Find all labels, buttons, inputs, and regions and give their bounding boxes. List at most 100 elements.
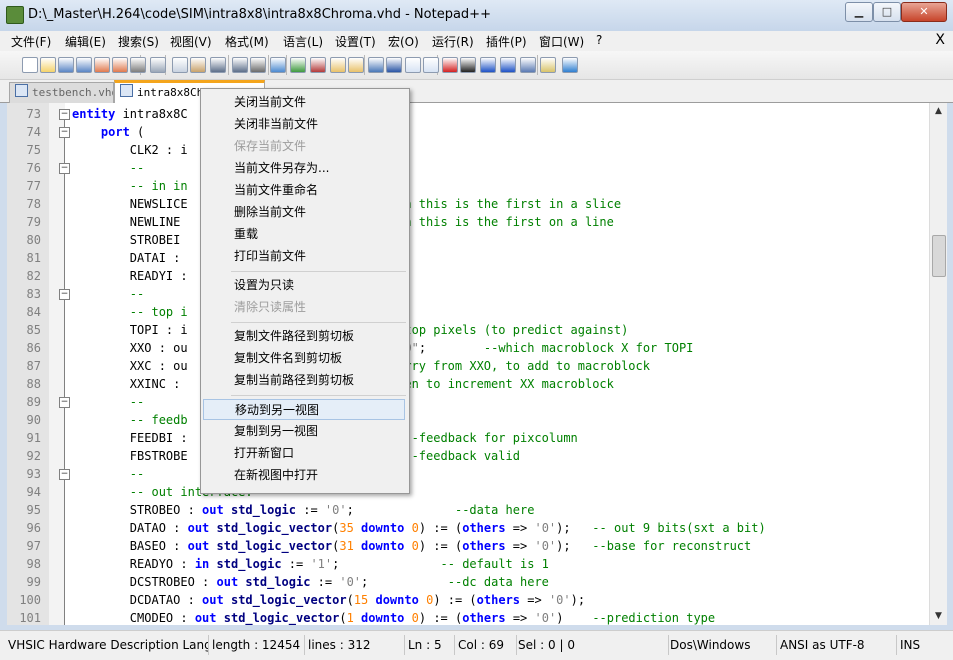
code-line[interactable]: 92 FBSTROBE --feedback valid xyxy=(7,447,929,465)
zoom-out-icon[interactable] xyxy=(310,57,326,73)
menu-item-11[interactable]: ? xyxy=(596,33,602,47)
sync-vertical-icon[interactable] xyxy=(330,57,346,73)
menu-item-4[interactable]: 格式(M) xyxy=(225,33,269,50)
code-line[interactable]: 93 -- xyxy=(7,465,929,483)
code-line[interactable]: 99 DCSTROBEO : out std_logic := '0'; --d… xyxy=(7,573,929,591)
close-document-button[interactable]: X xyxy=(935,32,945,48)
minimize-button[interactable]: ▁ xyxy=(845,2,873,22)
code-line[interactable]: 97 BASEO : out std_logic_vector(31 downt… xyxy=(7,537,929,555)
menu-item-5[interactable]: 语言(L) xyxy=(283,33,323,50)
code-editor[interactable]: 73 entity intra8x8C −74 port (−75 CLK2 : i… xyxy=(7,103,929,625)
code-line[interactable]: 94 -- out interface: xyxy=(7,483,929,501)
menu-item-10[interactable]: 窗口(W) xyxy=(539,33,584,50)
code-line[interactable]: 96 DATAO : out std_logic_vector(35 downt… xyxy=(7,519,929,537)
find-icon[interactable] xyxy=(250,57,266,73)
code-line[interactable]: 84 -- top i xyxy=(7,303,929,321)
copy-icon[interactable] xyxy=(172,57,188,73)
code-line[interactable]: 73 entity intra8x8C xyxy=(7,105,929,123)
menu-item-9[interactable]: 插件(P) xyxy=(486,33,527,50)
maximize-button[interactable]: □ xyxy=(873,2,901,22)
code-line[interactable]: 100 DCDATAO : out std_logic_vector(15 do… xyxy=(7,591,929,609)
word-wrap-icon[interactable] xyxy=(368,57,384,73)
save-icon[interactable] xyxy=(58,57,74,73)
code-line[interactable]: 74 port ( xyxy=(7,123,929,141)
code-line[interactable]: 101 CMODEO : out std_logic_vector(1 down… xyxy=(7,609,929,625)
context-menu-item[interactable]: 打开新窗口 xyxy=(203,443,405,464)
context-menu-item[interactable]: 复制当前路径到剪切板 xyxy=(203,370,405,391)
scroll-up-icon[interactable]: ▲ xyxy=(930,103,947,120)
new-file-icon[interactable] xyxy=(22,57,38,73)
fold-toggle-icon[interactable]: − xyxy=(59,127,70,138)
code-line[interactable]: 82 READYI : xyxy=(7,267,929,285)
context-menu-item[interactable]: 在新视图中打开 xyxy=(203,465,405,486)
code-line[interactable]: 76 -- xyxy=(7,159,929,177)
menu-item-7[interactable]: 宏(O) xyxy=(388,33,419,50)
cut-icon[interactable] xyxy=(150,57,166,73)
paste-icon[interactable] xyxy=(190,57,206,73)
context-menu-item[interactable]: 设置为只读 xyxy=(203,275,405,296)
context-menu-item[interactable]: 移动到另一视图 xyxy=(203,399,405,420)
menu-item-0[interactable]: 文件(F) xyxy=(11,33,51,50)
indent-guide-icon[interactable] xyxy=(405,57,421,73)
code-line[interactable]: 90 -- feedb xyxy=(7,411,929,429)
show-all-chars-icon[interactable] xyxy=(386,57,402,73)
spellcheck-icon[interactable] xyxy=(562,57,578,73)
fold-toggle-icon[interactable]: − xyxy=(59,469,70,480)
save-all-icon[interactable] xyxy=(76,57,92,73)
replace-icon[interactable] xyxy=(270,57,286,73)
settings-icon[interactable] xyxy=(540,57,556,73)
menu-item-1[interactable]: 编辑(E) xyxy=(65,33,106,50)
code-line[interactable]: 81 DATAI : nto 0); xyxy=(7,249,929,267)
code-line[interactable]: 79 NEWLINE --indication this is the firs… xyxy=(7,213,929,231)
code-line[interactable]: 77 -- in in xyxy=(7,177,929,195)
menu-item-3[interactable]: 视图(V) xyxy=(170,33,212,50)
code-line[interactable]: 75 CLK2 : i --2x clock xyxy=(7,141,929,159)
fold-toggle-icon[interactable]: − xyxy=(59,397,70,408)
context-menu-item[interactable]: 重载 xyxy=(203,224,405,245)
code-line[interactable]: 87 XXC : ou --carry from XXO, to add to … xyxy=(7,357,929,375)
context-menu-item[interactable]: 打印当前文件 xyxy=(203,246,405,267)
context-menu-item[interactable]: 删除当前文件 xyxy=(203,202,405,223)
close-window-button[interactable]: ✕ xyxy=(901,2,947,22)
code-line[interactable]: 86 XXO : ou o 0) := b"00"; --which macro… xyxy=(7,339,929,357)
open-file-icon[interactable] xyxy=(40,57,56,73)
print-icon[interactable] xyxy=(130,57,146,73)
code-line[interactable]: 91 FEEDBI : nto 0); --feedback for pixco… xyxy=(7,429,929,447)
context-menu-item[interactable]: 当前文件另存为... xyxy=(203,158,405,179)
vertical-scrollbar[interactable]: ▲ ▼ xyxy=(929,103,947,625)
stop-record-icon[interactable] xyxy=(460,57,476,73)
code-line[interactable]: 78 NEWSLICE --indication this is the fir… xyxy=(7,195,929,213)
play-macro-icon[interactable] xyxy=(480,57,496,73)
run-macro-multiple-icon[interactable] xyxy=(500,57,516,73)
zoom-in-icon[interactable] xyxy=(290,57,306,73)
code-line[interactable]: 83 -- xyxy=(7,285,929,303)
scroll-thumb[interactable] xyxy=(932,235,946,277)
fold-toggle-icon[interactable]: − xyxy=(59,163,70,174)
undo-icon[interactable] xyxy=(210,57,226,73)
doc-map-icon[interactable] xyxy=(423,57,439,73)
redo-icon[interactable] xyxy=(232,57,248,73)
fold-toggle-icon[interactable]: − xyxy=(59,289,70,300)
context-menu-item[interactable]: 关闭当前文件 xyxy=(203,92,405,113)
context-menu-item[interactable]: 当前文件重命名 xyxy=(203,180,405,201)
save-macro-icon[interactable] xyxy=(520,57,536,73)
code-line[interactable]: 98 READYO : in std_logic := '1'; -- defa… xyxy=(7,555,929,573)
close-icon[interactable] xyxy=(94,57,110,73)
close-all-icon[interactable] xyxy=(112,57,128,73)
code-line[interactable]: 80 STROBEI --data here xyxy=(7,231,929,249)
scroll-down-icon[interactable]: ▼ xyxy=(930,608,947,625)
record-macro-icon[interactable] xyxy=(442,57,458,73)
code-line[interactable]: 88 XXINC : --when to increment XX macrob… xyxy=(7,375,929,393)
context-menu-item[interactable]: 复制文件名到剪切板 xyxy=(203,348,405,369)
tab-testbench[interactable]: testbench.vhd✕ xyxy=(9,82,114,103)
context-menu-item[interactable]: 关闭非当前文件 xyxy=(203,114,405,135)
menu-item-6[interactable]: 设置(T) xyxy=(335,33,376,50)
menu-item-2[interactable]: 搜索(S) xyxy=(118,33,159,50)
code-line[interactable]: 89 -- xyxy=(7,393,929,411)
code-line[interactable]: 85 TOPI : i to 0); --top pixels (to pred… xyxy=(7,321,929,339)
code-line[interactable]: 95 STROBEO : out std_logic := '0'; --dat… xyxy=(7,501,929,519)
context-menu-item[interactable]: 复制到另一视图 xyxy=(203,421,405,442)
fold-toggle-icon[interactable]: − xyxy=(59,109,70,120)
sync-horizontal-icon[interactable] xyxy=(348,57,364,73)
menu-item-8[interactable]: 运行(R) xyxy=(432,33,474,50)
